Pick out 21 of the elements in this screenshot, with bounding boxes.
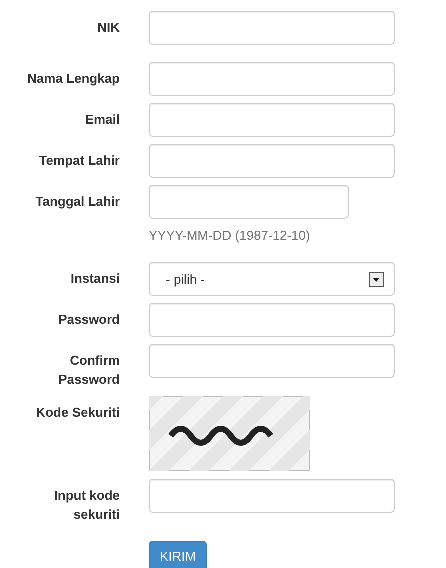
field-label: Email [85, 111, 120, 129]
help-text: YYYY-MM-DD (1987-12-10) [149, 228, 312, 243]
text-field[interactable] [149, 144, 395, 178]
select-dropdown[interactable]: - pilih - [149, 262, 395, 296]
text-field[interactable] [149, 11, 395, 45]
field-label: Password [58, 311, 120, 329]
field-label: Instansi [70, 270, 120, 288]
password-field[interactable] [149, 303, 395, 337]
text-field[interactable] [149, 479, 395, 513]
field-label: Nama Lengkap [28, 70, 120, 88]
field-label: Confirm Password [58, 352, 120, 389]
text-field[interactable] [149, 62, 395, 96]
field-label: Tempat Lahir [39, 152, 120, 170]
field-label: Input kode sekuriti [53, 487, 120, 524]
field-label: Tanggal Lahir [36, 193, 120, 211]
date-field[interactable] [149, 185, 349, 219]
field-label: NIK [98, 19, 120, 37]
field-label: Kode Sekuriti [36, 404, 120, 422]
text-field[interactable] [149, 103, 395, 137]
submit-button[interactable]: KIRIM [149, 541, 208, 568]
password-field[interactable] [149, 344, 395, 378]
